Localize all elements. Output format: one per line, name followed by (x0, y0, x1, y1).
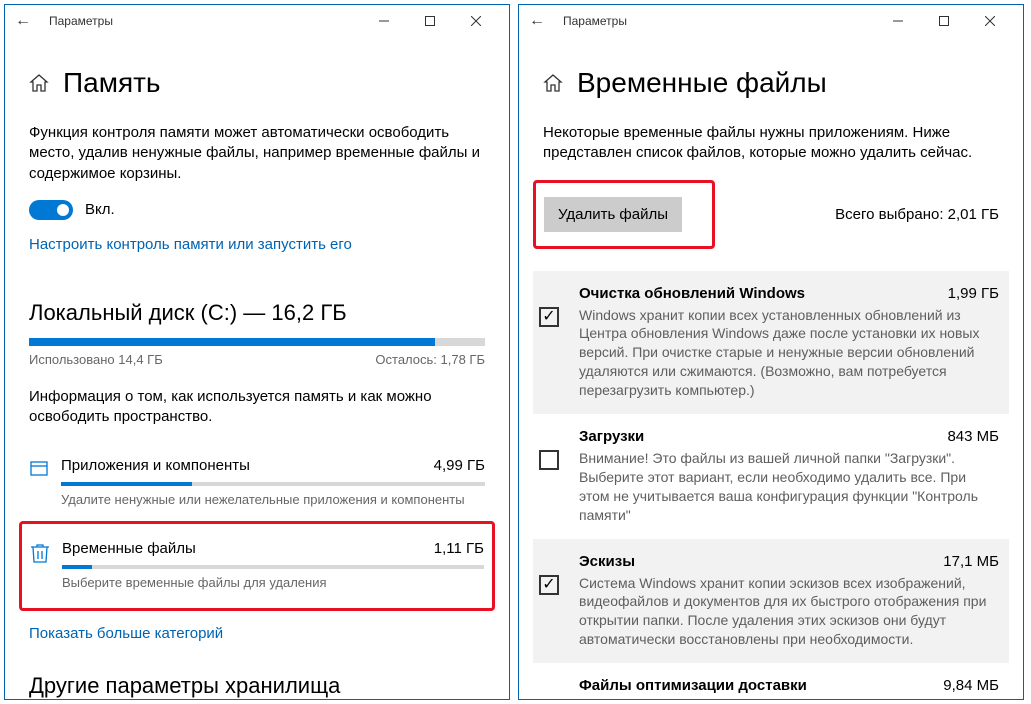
category-size: 1,11 ГБ (434, 540, 484, 557)
file-item-0[interactable]: Очистка обновлений Windows 1,99 ГБ Windows… (533, 271, 1009, 414)
page-header: Память (29, 67, 485, 99)
back-arrow-icon[interactable]: ← (529, 12, 563, 30)
minimize-button[interactable] (361, 5, 407, 37)
content-area: Временные файлы Некоторые временные файл… (519, 37, 1023, 699)
page-title: Временные файлы (577, 67, 827, 99)
close-button[interactable] (967, 5, 1013, 37)
minimize-button[interactable] (875, 5, 921, 37)
titlebar: ← Параметры (5, 5, 509, 37)
settings-window-tempfiles: ← Параметры Временные файлы Некоторые вр… (518, 4, 1024, 700)
file-size: 843 МБ (947, 428, 999, 445)
home-icon[interactable] (29, 73, 49, 93)
selected-total-label: Всего выбрано: 2,01 ГБ (835, 206, 999, 223)
temp-files-highlight: Временные файлы 1,11 ГБ Выберите временные… (19, 521, 495, 611)
category-bar (61, 482, 485, 486)
settings-window-storage: ← Параметры Память Функция контроля памя… (4, 4, 510, 700)
file-description: Windows хранит копии всех установленных … (579, 306, 999, 400)
file-description: Внимание! Это файлы из вашей личной папк… (579, 449, 999, 525)
file-description: Файлы оптимизации доставки — это файлы, … (579, 698, 999, 699)
category-hint: Удалите ненужные или нежелательные прило… (61, 492, 485, 507)
file-size: 9,84 МБ (943, 677, 999, 694)
disk-free-label: Осталось: 1,78 ГБ (375, 352, 485, 367)
maximize-button[interactable] (921, 5, 967, 37)
back-arrow-icon[interactable]: ← (15, 12, 49, 30)
category-name: Приложения и компоненты (61, 457, 250, 474)
page-header: Временные файлы (543, 67, 999, 99)
category-name: Временные файлы (62, 540, 196, 557)
tempfiles-description: Некоторые временные файлы нужны приложен… (543, 123, 999, 164)
close-button[interactable] (453, 5, 499, 37)
configure-storage-sense-link[interactable]: Настроить контроль памяти или запустить … (29, 236, 352, 253)
trash-icon (30, 540, 62, 564)
file-checkbox[interactable] (539, 575, 559, 595)
file-name: Очистка обновлений Windows (579, 285, 805, 302)
window-controls (361, 5, 499, 37)
file-name: Файлы оптимизации доставки (579, 677, 807, 694)
disk-info-text: Информация о том, как используется памят… (29, 387, 485, 428)
other-storage-heading: Другие параметры хранилища (29, 673, 485, 699)
category-row-1[interactable]: Временные файлы 1,11 ГБ Выберите временные… (30, 530, 484, 600)
file-size: 17,1 МБ (943, 553, 999, 570)
window-controls (875, 5, 1013, 37)
delete-files-button[interactable]: Удалить файлы (544, 197, 682, 232)
delete-button-highlight: Удалить файлы (533, 180, 715, 249)
home-icon[interactable] (543, 73, 563, 93)
storage-sense-toggle-row: Вкл. (29, 200, 485, 220)
apps-icon (29, 457, 61, 479)
disk-heading: Локальный диск (C:) — 16,2 ГБ (29, 300, 485, 326)
delete-row: Удалить файлы Всего выбрано: 2,01 ГБ (543, 180, 999, 249)
storage-sense-description: Функция контроля памяти может автоматиче… (29, 123, 485, 184)
category-hint: Выберите временные файлы для удаления (62, 575, 484, 590)
disk-usage-bar (29, 338, 485, 346)
file-item-2[interactable]: Эскизы 17,1 МБ Система Windows хранит копи… (533, 539, 1009, 664)
category-bar (62, 565, 484, 569)
category-row-0[interactable]: Приложения и компоненты 4,99 ГБ Удалите не… (29, 447, 485, 517)
file-size: 1,99 ГБ (948, 285, 999, 302)
window-title: Параметры (49, 14, 361, 28)
file-name: Эскизы (579, 553, 635, 570)
file-checkbox[interactable] (539, 450, 559, 470)
titlebar: ← Параметры (519, 5, 1023, 37)
window-title: Параметры (563, 14, 875, 28)
content-area: Память Функция контроля памяти может авт… (5, 37, 509, 699)
disk-usage-fill (29, 338, 435, 346)
disk-stats: Использовано 14,4 ГБ Осталось: 1,78 ГБ (29, 352, 485, 367)
file-name: Загрузки (579, 428, 644, 445)
file-item-3[interactable]: Файлы оптимизации доставки 9,84 МБ Файлы о… (533, 663, 1009, 699)
show-more-categories-link[interactable]: Показать больше категорий (29, 625, 223, 642)
storage-sense-toggle[interactable] (29, 200, 73, 220)
toggle-label: Вкл. (85, 201, 115, 218)
file-description: Система Windows хранит копии эскизов все… (579, 574, 999, 650)
maximize-button[interactable] (407, 5, 453, 37)
file-item-1[interactable]: Загрузки 843 МБ Внимание! Это файлы из ваш… (533, 414, 1009, 539)
category-size: 4,99 ГБ (434, 457, 485, 474)
page-title: Память (63, 67, 161, 99)
disk-used-label: Использовано 14,4 ГБ (29, 352, 163, 367)
file-checkbox[interactable] (539, 307, 559, 327)
